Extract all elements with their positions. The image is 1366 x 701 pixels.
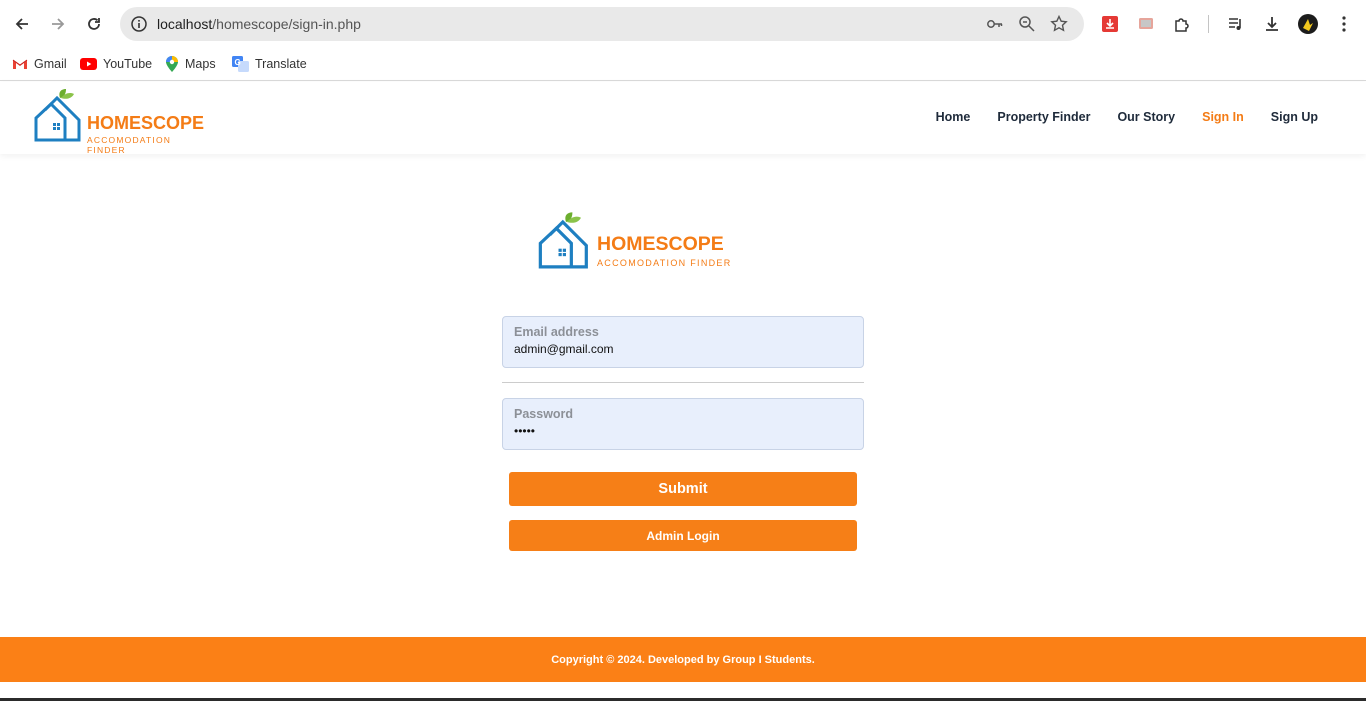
browser-toolbar: localhost/homescope/sign-in.php [0, 0, 1366, 48]
bookmark-label: YouTube [103, 57, 153, 71]
cast-extension-icon[interactable] [1135, 13, 1157, 35]
email-field[interactable]: Email address [502, 316, 864, 368]
svg-text:G: G [235, 58, 241, 67]
nav-property-finder[interactable]: Property Finder [997, 110, 1090, 124]
brand-name: HOMESCOPE [87, 113, 205, 133]
maps-icon [166, 55, 178, 72]
zoom-icon[interactable] [1018, 15, 1036, 33]
site-header: HOMESCOPE ACCOMODATION FINDER Home Prope… [0, 82, 1366, 155]
youtube-icon [80, 58, 97, 70]
profile-avatar[interactable] [1297, 13, 1319, 35]
url-host: localhost [157, 16, 213, 32]
bookmark-label: Gmail [34, 57, 67, 71]
reload-icon[interactable] [82, 12, 106, 36]
brand-tagline: ACCOMODATION FINDER [597, 258, 732, 268]
site-footer: Copyright © 2024. Developed by Group I S… [0, 637, 1366, 682]
bookmark-youtube[interactable]: YouTube [80, 53, 152, 75]
bookmark-translate[interactable]: G Translate [232, 53, 307, 75]
brand-name: HOMESCOPE [597, 233, 724, 255]
password-field[interactable]: Password [502, 398, 864, 450]
main-nav: Home Property Finder Our Story Sign In S… [936, 110, 1318, 124]
downloader-extension-icon[interactable] [1099, 13, 1121, 35]
bookmark-gmail[interactable]: Gmail [12, 53, 67, 75]
bookmark-star-icon[interactable] [1050, 14, 1068, 33]
toolbar-separator [1208, 15, 1209, 33]
extensions-icon[interactable] [1171, 13, 1193, 35]
media-control-icon[interactable] [1225, 13, 1247, 35]
submit-button[interactable]: Submit [509, 472, 857, 506]
back-icon[interactable] [10, 12, 34, 36]
gmail-icon [12, 59, 28, 69]
password-input[interactable] [514, 424, 844, 438]
brand-tagline: ACCOMODATION FINDER [87, 135, 172, 155]
signin-logo: HOMESCOPE ACCOMODATION FINDER [537, 207, 732, 272]
downloads-icon[interactable] [1261, 13, 1283, 35]
homescope-logo[interactable]: HOMESCOPE ACCOMODATION FINDER [33, 86, 208, 155]
house-logo-icon [34, 89, 81, 142]
nav-home[interactable]: Home [936, 110, 971, 124]
copyright-text: Copyright © 2024. Developed by Group I S… [551, 653, 815, 666]
address-bar[interactable]: localhost/homescope/sign-in.php [120, 7, 1084, 41]
forward-icon[interactable] [46, 12, 70, 36]
translate-icon: G [232, 56, 249, 72]
bookmark-label: Maps [185, 57, 216, 71]
password-label: Password [514, 407, 574, 421]
password-key-icon[interactable] [986, 15, 1004, 33]
bookmark-label: Translate [255, 57, 307, 71]
site-info-icon[interactable] [130, 15, 148, 38]
nav-sign-up[interactable]: Sign Up [1271, 110, 1318, 124]
bookmarks-bar: Gmail YouTube Maps G Translate [0, 48, 1366, 81]
email-label: Email address [514, 325, 599, 339]
nav-our-story[interactable]: Our Story [1117, 110, 1175, 124]
url-text: localhost/homescope/sign-in.php [157, 16, 361, 32]
admin-login-button[interactable]: Admin Login [509, 520, 857, 551]
url-path: /homescope/sign-in.php [212, 16, 361, 32]
email-input[interactable] [514, 342, 844, 356]
browser-menu-icon[interactable] [1333, 13, 1355, 35]
bookmark-maps[interactable]: Maps [165, 53, 216, 75]
house-logo-icon [538, 212, 588, 269]
form-divider [502, 382, 864, 383]
nav-sign-in[interactable]: Sign In [1202, 110, 1244, 124]
